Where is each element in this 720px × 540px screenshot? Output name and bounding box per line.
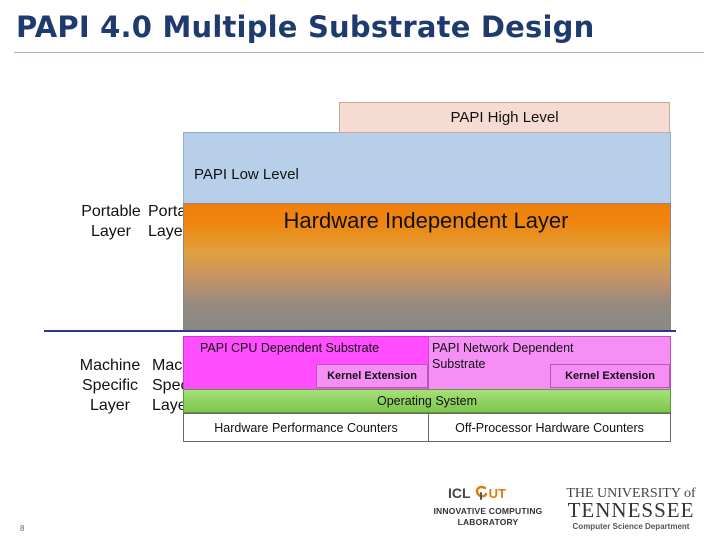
portable-layer-label-shadow: Portable Layer <box>148 203 188 240</box>
machine-specific-layer-label-shadow: Machine Specific Layer <box>152 357 186 414</box>
icl-logo-line1: INNOVATIVE COMPUTING <box>433 506 543 516</box>
title-divider <box>14 52 704 53</box>
slide-title: PAPI 4.0 Multiple Substrate Design <box>16 10 595 44</box>
off-processor-counters-block: Off-Processor Hardware Counters <box>428 413 671 442</box>
icl-logo: ICL UT INNOVATIVE COMPUTING LABORATORY <box>428 484 548 532</box>
ut-logo-line3: Computer Science Department <box>572 522 690 531</box>
network-kernel-extension-label: Kernel Extension <box>565 370 655 382</box>
portable-layer-label: Portable Layer <box>81 203 141 240</box>
cpu-dependent-substrate-label: PAPI CPU Dependent Substrate <box>200 341 380 355</box>
hardware-independent-layer-label: Hardware Independent Layer <box>283 208 569 233</box>
network-kernel-extension-block: Kernel Extension <box>550 364 670 388</box>
hardware-performance-counters-label: Hardware Performance Counters <box>214 420 398 435</box>
cpu-kernel-extension-block: Kernel Extension <box>316 364 428 388</box>
papi-high-level-label: PAPI High Level <box>450 109 559 126</box>
ut-logo-line2: TENNESSEE <box>567 498 695 522</box>
cpu-kernel-extension-label: Kernel Extension <box>327 370 417 382</box>
operating-system-block: Operating System <box>183 389 671 413</box>
icl-logo-name: ICL <box>448 485 471 501</box>
operating-system-label: Operating System <box>376 394 478 408</box>
icl-logo-mark: UT <box>488 485 506 501</box>
hardware-performance-counters-block: Hardware Performance Counters <box>183 413 429 442</box>
icl-logo-line2: LABORATORY <box>457 517 519 527</box>
papi-high-level-block: PAPI High Level <box>339 102 670 133</box>
slide-number: 8 <box>20 524 25 533</box>
icl-swirl-icon <box>475 485 487 500</box>
off-processor-counters-label: Off-Processor Hardware Counters <box>455 420 644 435</box>
layer-boundary-line <box>44 330 676 332</box>
papi-low-level-label: PAPI Low Level <box>194 166 299 183</box>
machine-specific-layer-label: Machine Specific Layer <box>79 357 141 414</box>
university-of-tennessee-logo: THE UNIVERSITY of TENNESSEE Computer Sci… <box>566 486 696 534</box>
